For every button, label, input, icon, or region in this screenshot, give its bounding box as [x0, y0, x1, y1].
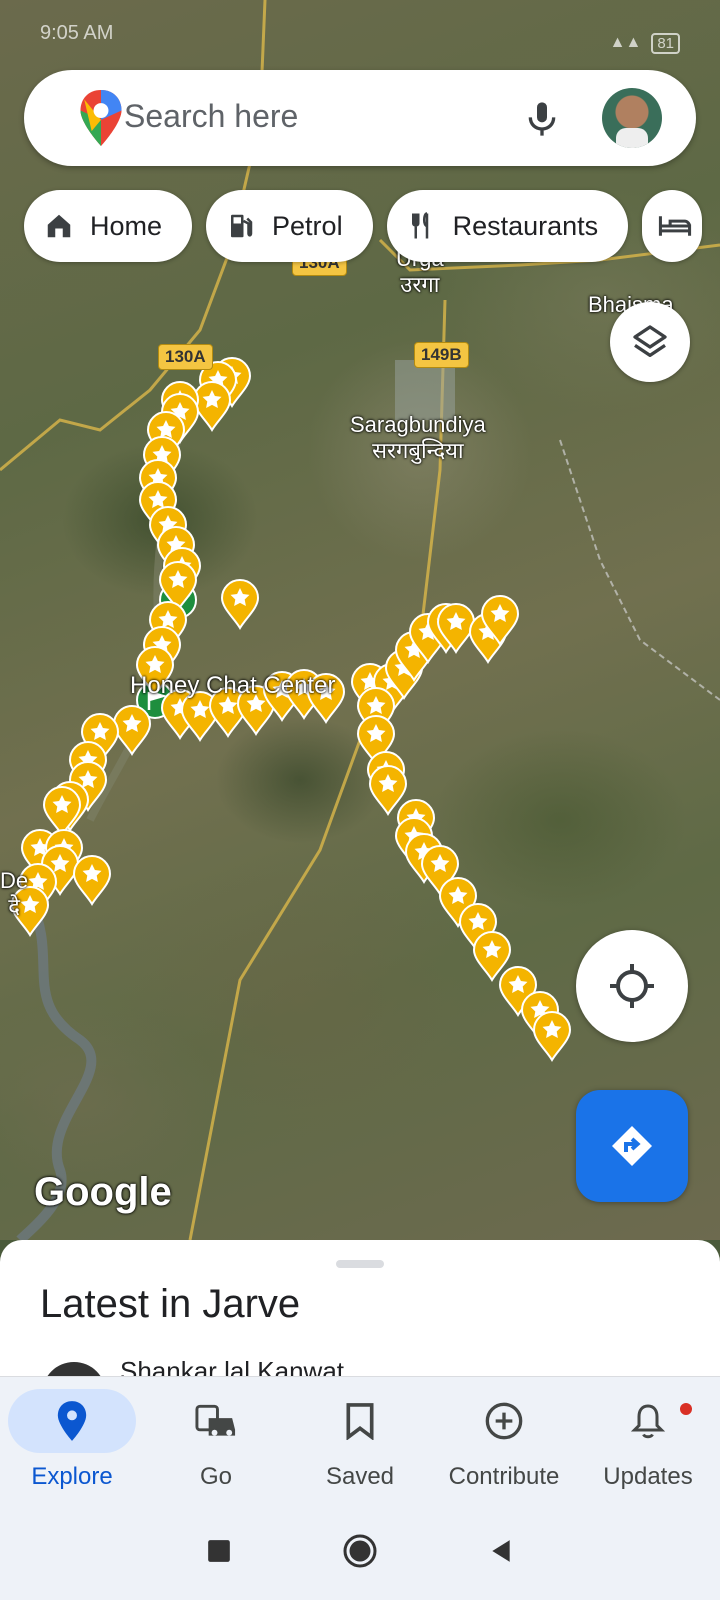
- chip-restaurants[interactable]: Restaurants: [386, 190, 629, 262]
- home-icon: [47, 214, 71, 238]
- restaurant-icon: [411, 212, 428, 239]
- map-view[interactable]: Urgaउरगा Saragbundiyaसरगबुन्दिया Bhaisma…: [0, 0, 720, 1240]
- status-bar: 9:05 AM ▲▲ 81: [0, 0, 720, 64]
- starred-place-marker[interactable]: [72, 855, 112, 906]
- signal-icon: ▲▲: [609, 34, 642, 51]
- back-icon[interactable]: [488, 1537, 514, 1565]
- microphone-icon[interactable]: [522, 98, 562, 140]
- add-circle-icon: [485, 1402, 523, 1440]
- starred-place-marker[interactable]: [532, 1011, 572, 1062]
- recents-icon[interactable]: [206, 1538, 232, 1564]
- industrial-area: [395, 360, 455, 420]
- layers-icon: [633, 325, 667, 357]
- nav-updates[interactable]: Updates: [576, 1377, 720, 1502]
- my-location-button[interactable]: [576, 930, 688, 1042]
- location-pin-icon: [57, 1401, 87, 1441]
- nav-go[interactable]: Go: [144, 1377, 288, 1502]
- battery-icon: 81: [651, 32, 680, 54]
- nav-explore[interactable]: Explore: [0, 1377, 144, 1502]
- starred-place-marker[interactable]: [42, 786, 82, 837]
- drag-handle[interactable]: [336, 1260, 384, 1268]
- search-bar[interactable]: Search here: [24, 70, 696, 166]
- account-avatar[interactable]: [602, 88, 662, 148]
- road-shield: 149B: [414, 342, 469, 368]
- bottom-sheet[interactable]: Latest in Jarve Shankar lal Kanwat: [0, 1240, 720, 1376]
- chip-home[interactable]: Home: [24, 190, 193, 262]
- layers-button[interactable]: [610, 302, 690, 382]
- system-navigation: [0, 1502, 720, 1600]
- status-icons: ▲▲ 81: [610, 22, 680, 64]
- chip-petrol[interactable]: Petrol: [206, 190, 373, 262]
- sheet-title: Latest in Jarve: [40, 1282, 301, 1326]
- directions-button[interactable]: [576, 1090, 688, 1202]
- place-label: De दे: [0, 868, 29, 920]
- bell-icon: [630, 1404, 666, 1439]
- avatar[interactable]: [42, 1362, 106, 1376]
- fuel-icon: [231, 214, 253, 238]
- road-shield: 130A: [158, 344, 213, 370]
- nav-saved[interactable]: Saved: [288, 1377, 432, 1502]
- notification-badge: [680, 1403, 692, 1415]
- status-time: 9:05 AM: [40, 22, 114, 44]
- crosshair-icon: [610, 964, 654, 1008]
- commute-icon: [195, 1404, 236, 1436]
- hotel-icon: [659, 216, 692, 236]
- place-label: Honey Chat Center: [130, 672, 336, 699]
- google-logo: Google: [34, 1170, 172, 1214]
- starred-place-marker[interactable]: [220, 579, 260, 630]
- directions-icon: [612, 1126, 652, 1166]
- maps-pin-icon: [80, 90, 122, 146]
- contributor-name[interactable]: Shankar lal Kanwat: [120, 1356, 344, 1376]
- bottom-navigation: Explore Go Saved Contribute Updates: [0, 1376, 720, 1502]
- home-button-icon[interactable]: [342, 1533, 378, 1569]
- starred-place-marker[interactable]: [368, 765, 408, 816]
- chip-hotels[interactable]: [642, 190, 703, 262]
- category-chips: Home Petrol Restaurants: [24, 190, 703, 262]
- search-input[interactable]: Search here: [124, 98, 298, 135]
- place-label: Saragbundiya सरगबुन्दिया: [350, 412, 486, 464]
- bookmark-icon: [346, 1403, 374, 1440]
- starred-place-marker[interactable]: [192, 381, 232, 432]
- map-overlay: [0, 0, 720, 1240]
- nav-contribute[interactable]: Contribute: [432, 1377, 576, 1502]
- boundary-line: [559, 439, 720, 701]
- starred-place-marker[interactable]: [112, 705, 152, 756]
